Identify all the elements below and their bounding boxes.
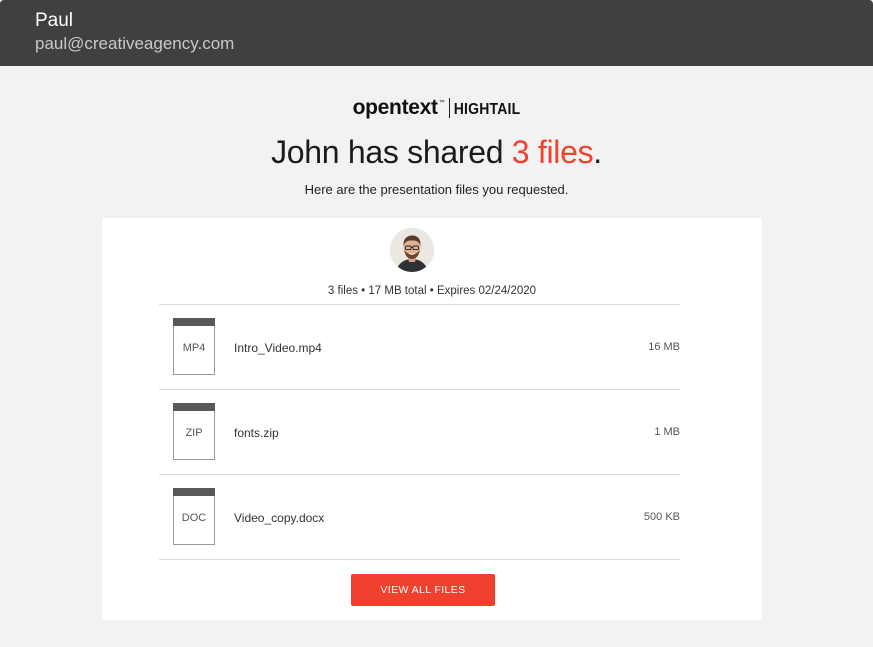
file-icon-cap — [173, 403, 215, 411]
recipient-name: Paul — [35, 10, 74, 31]
headline-prefix: John has shared — [271, 134, 512, 170]
mp4-file-icon: MP4 — [173, 318, 215, 375]
logo-opentext: opentext — [352, 96, 438, 119]
doc-file-icon: DOC — [173, 488, 215, 545]
file-row-fonts[interactable]: ZIP fonts.zip 1 MB — [159, 390, 680, 475]
file-icon-cap — [173, 318, 215, 326]
file-name: Video_copy.docx — [234, 511, 325, 525]
sender-avatar — [390, 228, 434, 272]
headline-suffix: . — [593, 134, 602, 170]
file-row-intro-video[interactable]: MP4 Intro_Video.mp4 16 MB — [159, 305, 680, 390]
file-size: 500 KB — [643, 511, 680, 523]
logo-separator — [448, 98, 450, 118]
share-headline: John has shared 3 files. — [0, 131, 873, 173]
file-name: fonts.zip — [234, 426, 279, 440]
logo-trademark: ™ — [438, 100, 445, 106]
headline-file-count: 3 files — [511, 134, 594, 170]
file-list: MP4 Intro_Video.mp4 16 MB ZIP fonts.zip … — [159, 304, 680, 560]
share-message: Here are the presentation files you requ… — [304, 182, 569, 197]
recipient-email: paul@creativeagency.com — [35, 34, 235, 53]
logo-hightail: HIGHTAIL — [453, 98, 521, 118]
file-row-video-copy[interactable]: DOC Video_copy.docx 500 KB — [159, 475, 680, 560]
view-all-files-button[interactable]: VIEW ALL FILES — [351, 574, 495, 606]
file-ext-label: ZIP — [185, 427, 203, 439]
file-size: 1 MB — [654, 426, 680, 438]
file-size: 16 MB — [648, 341, 680, 353]
file-name: Intro_Video.mp4 — [234, 341, 322, 355]
share-meta: 3 files • 17 MB total • Expires 02/24/20… — [327, 285, 537, 297]
file-icon-cap — [173, 488, 215, 496]
brand-logo: opentext ™ HIGHTAIL — [0, 96, 873, 120]
file-ext-label: DOC — [181, 512, 207, 524]
recipient-header: Paul paul@creativeagency.com — [0, 0, 873, 66]
file-ext-label: MP4 — [182, 342, 206, 354]
share-card: 3 files • 17 MB total • Expires 02/24/20… — [102, 218, 762, 620]
zip-file-icon: ZIP — [173, 403, 215, 460]
avatar-portrait-icon — [390, 228, 434, 272]
